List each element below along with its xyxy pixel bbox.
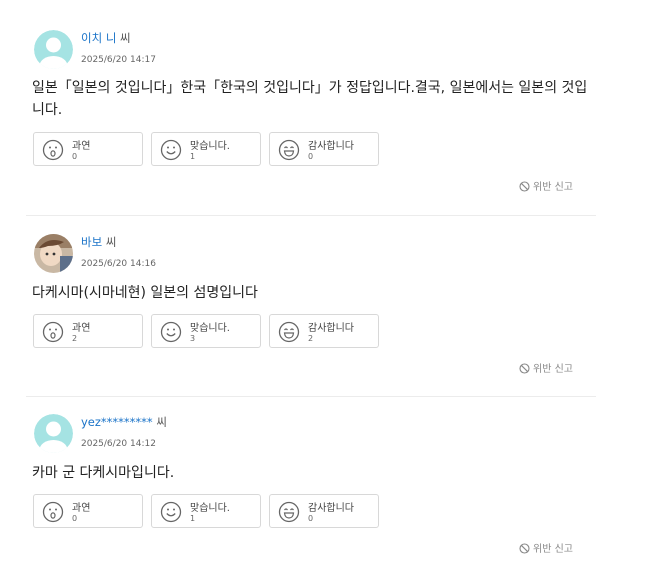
reaction-count: 0 bbox=[308, 514, 314, 523]
smile-face-icon bbox=[160, 321, 182, 343]
report-label: 위반 신고 bbox=[533, 544, 573, 555]
photo-avatar[interactable] bbox=[34, 234, 73, 273]
reaction-button-thanks[interactable]: 감사합니다 0 bbox=[269, 132, 379, 166]
grin-face-icon bbox=[278, 139, 300, 161]
comment-text: 다케시마(시마네현) 일본의 섬명입니다 bbox=[32, 285, 258, 301]
comment-date: 2025/6/20 14:16 bbox=[81, 259, 156, 269]
author-name[interactable]: yez********* bbox=[81, 415, 153, 429]
author-honorific: 씨 bbox=[152, 415, 167, 429]
report-link[interactable]: 위반 신고 bbox=[519, 540, 573, 555]
reaction-count: 1 bbox=[190, 152, 196, 161]
reaction-count: 0 bbox=[72, 514, 78, 523]
report-link[interactable]: 위반 신고 bbox=[519, 360, 573, 375]
reaction-count: 0 bbox=[72, 152, 78, 161]
reaction-label: 맞습니다. bbox=[190, 503, 230, 514]
comment-date: 2025/6/20 14:12 bbox=[81, 439, 156, 449]
surprised-face-icon bbox=[42, 139, 64, 161]
prohibited-icon bbox=[519, 543, 530, 554]
grin-face-icon bbox=[278, 501, 300, 523]
reaction-label: 과연 bbox=[72, 503, 91, 514]
reaction-label: 과연 bbox=[72, 141, 91, 152]
reaction-count: 2 bbox=[72, 334, 78, 343]
comment-text: 카마 군 다케시마입니다. bbox=[32, 465, 175, 481]
grin-face-icon bbox=[278, 321, 300, 343]
smile-face-icon bbox=[160, 139, 182, 161]
comment-list: 이치 니 씨 2025/6/20 14:17 일본「일본의 것입니다」한국「한국… bbox=[0, 0, 658, 571]
author-name[interactable]: 바보 bbox=[81, 235, 102, 249]
comment-author[interactable]: 바보 씨 bbox=[81, 234, 116, 250]
reaction-button-thanks[interactable]: 감사합니다 0 bbox=[269, 494, 379, 528]
reaction-button-indeed[interactable]: 과연 0 bbox=[33, 132, 143, 166]
default-avatar-icon[interactable] bbox=[34, 30, 73, 69]
surprised-face-icon bbox=[42, 501, 64, 523]
surprised-face-icon bbox=[42, 321, 64, 343]
reaction-button-agree[interactable]: 맞습니다. 1 bbox=[151, 494, 261, 528]
smile-face-icon bbox=[160, 501, 182, 523]
comment-date: 2025/6/20 14:17 bbox=[81, 55, 156, 65]
comment-divider bbox=[26, 215, 596, 216]
prohibited-icon bbox=[519, 181, 530, 192]
reaction-button-agree[interactable]: 맞습니다. 3 bbox=[151, 314, 261, 348]
comment-author[interactable]: 이치 니 씨 bbox=[81, 30, 131, 46]
reaction-button-indeed[interactable]: 과연 2 bbox=[33, 314, 143, 348]
reaction-label: 과연 bbox=[72, 323, 91, 334]
reaction-label: 감사합니다 bbox=[308, 503, 354, 514]
reaction-button-agree[interactable]: 맞습니다. 1 bbox=[151, 132, 261, 166]
report-link[interactable]: 위반 신고 bbox=[519, 178, 573, 193]
comment-author[interactable]: yez********* 씨 bbox=[81, 414, 167, 430]
prohibited-icon bbox=[519, 363, 530, 374]
comment-divider bbox=[26, 396, 596, 397]
reaction-count: 1 bbox=[190, 514, 196, 523]
default-avatar-icon[interactable] bbox=[34, 414, 73, 453]
author-name[interactable]: 이치 니 bbox=[81, 31, 116, 45]
reaction-button-indeed[interactable]: 과연 0 bbox=[33, 494, 143, 528]
reaction-count: 3 bbox=[190, 334, 196, 343]
reaction-label: 감사합니다 bbox=[308, 323, 354, 334]
reaction-label: 맞습니다. bbox=[190, 141, 230, 152]
author-honorific: 씨 bbox=[116, 31, 131, 45]
reaction-label: 맞습니다. bbox=[190, 323, 230, 334]
reaction-button-thanks[interactable]: 감사합니다 2 bbox=[269, 314, 379, 348]
reaction-count: 0 bbox=[308, 152, 314, 161]
reaction-count: 2 bbox=[308, 334, 314, 343]
reaction-label: 감사합니다 bbox=[308, 141, 354, 152]
report-label: 위반 신고 bbox=[533, 364, 573, 375]
author-honorific: 씨 bbox=[102, 235, 117, 249]
report-label: 위반 신고 bbox=[533, 182, 573, 193]
comment-text: 일본「일본의 것입니다」한국「한국의 것입니다」가 정답입니다.결국, 일본에서… bbox=[32, 80, 588, 118]
